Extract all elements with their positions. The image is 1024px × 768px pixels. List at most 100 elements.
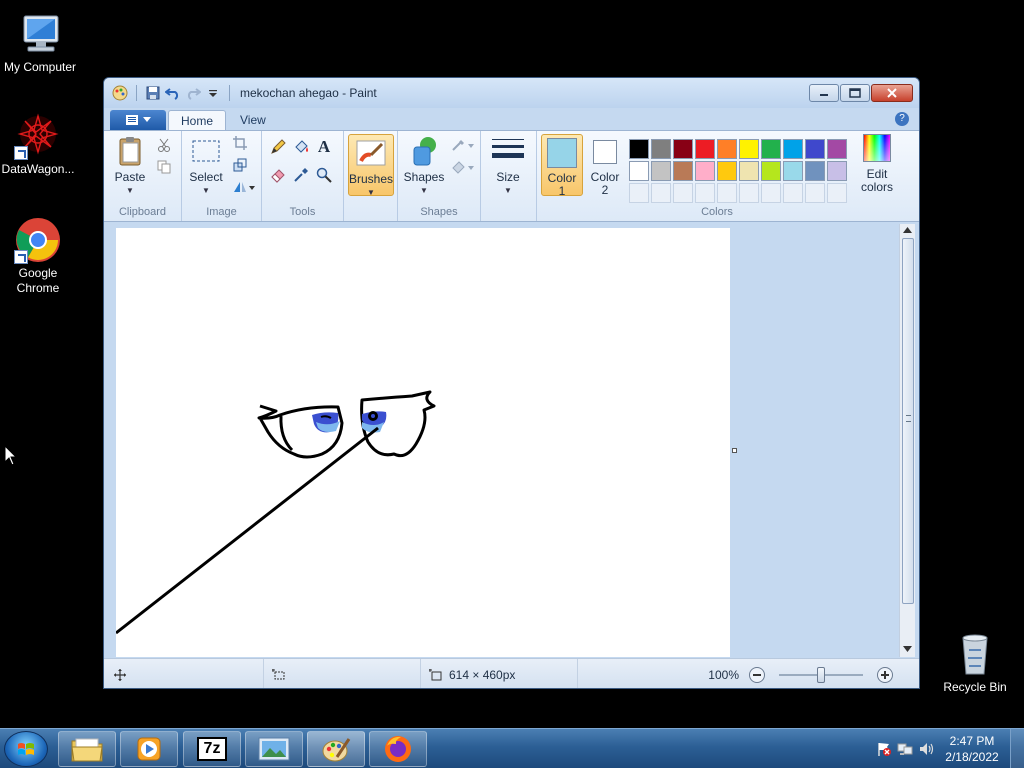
text-tool-icon[interactable]: A: [314, 137, 334, 157]
crop-icon[interactable]: [230, 133, 250, 153]
tab-view[interactable]: View: [228, 110, 278, 130]
edit-colors-button[interactable]: Edit colors: [857, 134, 897, 194]
paint-menu-button[interactable]: [110, 110, 166, 130]
palette-swatch[interactable]: [827, 139, 847, 159]
cut-icon[interactable]: [154, 135, 174, 155]
shapes-button[interactable]: Shapes ▼: [402, 135, 446, 197]
save-icon[interactable]: [145, 85, 161, 101]
custom-color-slot[interactable]: [629, 183, 649, 203]
action-center-flag-icon[interactable]: [874, 741, 894, 757]
paint-window[interactable]: mekochan ahegao - Paint Home View ? Past…: [103, 77, 920, 689]
system-clock[interactable]: 2:47 PM 2/18/2022: [938, 733, 1006, 765]
palette-swatch[interactable]: [761, 139, 781, 159]
fill-icon[interactable]: [450, 157, 476, 177]
scroll-down-arrow-icon[interactable]: [903, 646, 912, 652]
zoom-slider[interactable]: [779, 667, 863, 683]
customize-toolbar-dropdown-icon[interactable]: [205, 85, 221, 101]
scrollbar-thumb[interactable]: [902, 238, 914, 604]
palette-swatch[interactable]: [783, 139, 803, 159]
title-bar[interactable]: mekochan ahegao - Paint: [104, 78, 919, 108]
resize-icon[interactable]: [230, 155, 250, 175]
paint-app-icon[interactable]: [112, 85, 128, 101]
custom-color-slot[interactable]: [761, 183, 781, 203]
network-icon[interactable]: [894, 741, 916, 757]
zoom-out-button[interactable]: [749, 667, 765, 683]
custom-color-slot[interactable]: [673, 183, 693, 203]
close-button[interactable]: [871, 84, 913, 102]
palette-swatch[interactable]: [629, 139, 649, 159]
custom-color-slot[interactable]: [717, 183, 737, 203]
custom-color-slot[interactable]: [805, 183, 825, 203]
custom-color-slot[interactable]: [739, 183, 759, 203]
desktop-icon-recycle-bin[interactable]: Recycle Bin: [935, 630, 1015, 695]
palette-swatch[interactable]: [717, 161, 737, 181]
show-desktop-button[interactable]: [1010, 729, 1024, 768]
selection-size-cell: [264, 659, 421, 688]
palette-swatch[interactable]: [717, 139, 737, 159]
group-label: Shapes: [420, 206, 458, 218]
color1-button[interactable]: Color 1: [541, 134, 583, 198]
zoom-in-button[interactable]: [877, 667, 893, 683]
canvas-workspace[interactable]: [110, 224, 899, 657]
drawing-canvas[interactable]: [115, 228, 730, 657]
vertical-scrollbar[interactable]: [899, 224, 915, 657]
size-button[interactable]: Size ▼: [489, 135, 527, 197]
desktop-icon-datawagon[interactable]: DataWagon...: [0, 112, 78, 177]
pencil-icon[interactable]: [268, 137, 288, 157]
minimize-button[interactable]: [809, 84, 839, 102]
taskbar-firefox-button[interactable]: [369, 731, 427, 767]
size-group: Size ▼: [481, 131, 537, 221]
mouse-cursor-icon: [5, 446, 17, 466]
taskbar-media-player-button[interactable]: [120, 731, 178, 767]
custom-color-slot[interactable]: [651, 183, 671, 203]
palette-swatch[interactable]: [673, 161, 693, 181]
rotate-icon[interactable]: [230, 177, 258, 197]
outline-icon[interactable]: [450, 135, 476, 155]
desktop-icon-my-computer[interactable]: My Computer: [0, 10, 80, 75]
fill-bucket-icon[interactable]: [291, 137, 311, 157]
clock-time: 2:47 PM: [949, 734, 995, 748]
brushes-button[interactable]: Brushes ▼: [348, 134, 394, 197]
desktop-icon-google-chrome[interactable]: Google Chrome: [0, 216, 78, 296]
palette-swatch[interactable]: [651, 161, 671, 181]
custom-color-slot[interactable]: [827, 183, 847, 203]
color-picker-icon[interactable]: [291, 165, 311, 185]
taskbar-paint-button[interactable]: [307, 731, 365, 767]
eraser-icon[interactable]: [268, 165, 288, 185]
palette-swatch[interactable]: [805, 161, 825, 181]
color1-swatch: [547, 138, 577, 168]
custom-color-slot[interactable]: [783, 183, 803, 203]
palette-swatch[interactable]: [695, 139, 715, 159]
custom-color-slot[interactable]: [695, 183, 715, 203]
canvas-resize-handle[interactable]: [732, 448, 737, 453]
taskbar-explorer-button[interactable]: [58, 731, 116, 767]
paste-button[interactable]: Paste ▼: [110, 135, 150, 197]
palette-swatch[interactable]: [761, 161, 781, 181]
volume-icon[interactable]: [916, 741, 938, 757]
taskbar-photo-viewer-button[interactable]: [245, 731, 303, 767]
palette-swatch[interactable]: [783, 161, 803, 181]
undo-icon[interactable]: [165, 85, 181, 101]
select-button[interactable]: Select ▼: [186, 135, 226, 197]
copy-icon[interactable]: [154, 157, 174, 177]
select-label: Select: [189, 170, 223, 184]
help-icon[interactable]: ?: [895, 112, 909, 126]
palette-swatch[interactable]: [629, 161, 649, 181]
color2-button[interactable]: Color 2: [585, 134, 625, 197]
palette-swatch[interactable]: [673, 139, 693, 159]
redo-icon[interactable]: [185, 85, 201, 101]
palette-swatch[interactable]: [805, 139, 825, 159]
palette-swatch[interactable]: [827, 161, 847, 181]
maximize-button[interactable]: [840, 84, 870, 102]
tab-home[interactable]: Home: [168, 110, 227, 130]
palette-swatch[interactable]: [651, 139, 671, 159]
palette-swatch[interactable]: [695, 161, 715, 181]
taskbar-7zip-button[interactable]: 7z: [183, 731, 241, 767]
start-button[interactable]: [4, 731, 48, 767]
tools-group: A Tools: [262, 131, 344, 221]
palette-swatch[interactable]: [739, 161, 759, 181]
palette-swatch[interactable]: [739, 139, 759, 159]
scroll-up-arrow-icon[interactable]: [903, 227, 912, 233]
zoom-slider-thumb[interactable]: [817, 667, 825, 683]
magnifier-icon[interactable]: [314, 165, 334, 185]
